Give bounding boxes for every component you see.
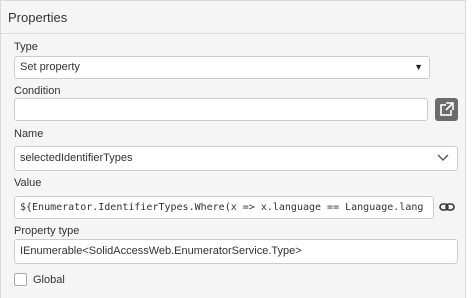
global-checkbox[interactable] bbox=[14, 273, 27, 286]
condition-label: Condition bbox=[14, 85, 61, 97]
name-label: Name bbox=[14, 128, 44, 140]
condition-expression-button[interactable] bbox=[435, 98, 458, 121]
chevron-down-icon bbox=[437, 154, 449, 161]
name-select[interactable]: selectedIdentifierTypes bbox=[14, 146, 458, 171]
property-type-label: Property type bbox=[14, 225, 80, 237]
external-link-icon bbox=[440, 102, 454, 116]
name-select-value: selectedIdentifierTypes bbox=[20, 152, 133, 164]
type-label: Type bbox=[14, 41, 38, 53]
type-select-value: Set property bbox=[20, 61, 80, 73]
property-type-input[interactable]: IEnumerable<SolidAccessWeb.EnumeratorSer… bbox=[14, 239, 458, 264]
caret-down-icon: ▼ bbox=[414, 62, 423, 72]
type-select[interactable]: Set property ▼ bbox=[14, 56, 430, 79]
value-label: Value bbox=[14, 177, 42, 189]
global-label: Global bbox=[33, 274, 65, 286]
panel-title: Properties bbox=[1, 1, 465, 34]
link-icon[interactable] bbox=[439, 199, 455, 215]
value-input[interactable]: ${Enumerator.IdentifierTypes.Where(x => … bbox=[14, 196, 434, 219]
condition-input[interactable] bbox=[14, 98, 428, 121]
